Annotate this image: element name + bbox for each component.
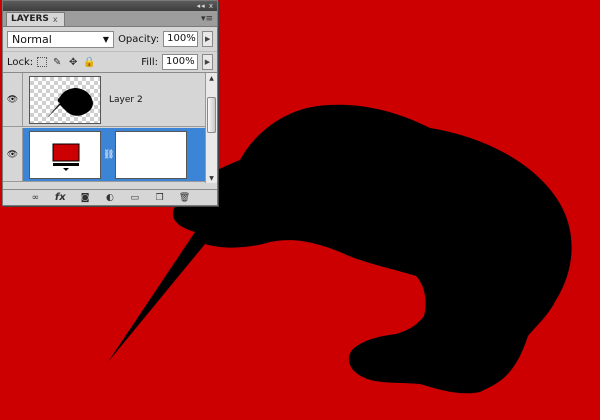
visibility-toggle[interactable]: 👁 <box>3 128 23 181</box>
lock-label: Lock: <box>7 56 34 68</box>
blend-mode-value: Normal <box>12 32 52 46</box>
opacity-input[interactable]: 100% <box>163 31 199 47</box>
lock-all-padlock-icon[interactable]: 🔒 <box>83 56 95 68</box>
new-group-folder-icon[interactable]: ▭ <box>128 193 142 203</box>
scrollbar-thumb[interactable] <box>207 97 216 133</box>
tab-close-icon[interactable]: x <box>53 13 58 26</box>
fill-slider-arrow-icon[interactable]: ▶ <box>202 54 213 70</box>
adjustment-layer-icon[interactable]: ◐ <box>103 193 117 203</box>
fill-input[interactable]: 100% <box>162 54 198 70</box>
visibility-toggle[interactable]: 👁 <box>3 73 23 126</box>
layer-row-fill-layer[interactable]: 👁 ⛓ <box>3 128 206 182</box>
lock-position-move-icon[interactable]: ✥ <box>67 56 79 68</box>
panel-titlebar[interactable]: ◂◂ x <box>3 1 217 11</box>
tab-layers-label: LAYERS <box>11 14 49 24</box>
chain-link-icon[interactable]: ⛓ <box>103 150 114 160</box>
kiwi-thumbnail-icon <box>46 87 93 119</box>
layer-mask-thumbnail[interactable] <box>115 130 187 179</box>
layers-list[interactable]: 👁 Layer 2 👁 ⛓ ▲ ▼ <box>3 73 217 183</box>
chevron-down-icon: ▼ <box>102 34 110 44</box>
layers-scrollbar[interactable]: ▲ ▼ <box>205 73 217 183</box>
fill-label: Fill: <box>141 56 158 68</box>
blend-mode-select[interactable]: Normal ▼ <box>7 30 115 48</box>
lock-image-brush-icon[interactable]: ✎ <box>51 56 63 68</box>
layers-bottom-toolbar: ∞ fx ◙ ◐ ▭ ❐ 🗑 <box>3 189 217 205</box>
link-layers-icon[interactable]: ∞ <box>28 193 42 203</box>
add-mask-icon[interactable]: ◙ <box>78 193 92 203</box>
layer-row-layer-2[interactable]: 👁 Layer 2 <box>3 73 206 127</box>
layer-style-fx-icon[interactable]: fx <box>53 192 67 203</box>
lock-transparency-icon[interactable] <box>37 57 48 67</box>
panel-menu-icon[interactable]: ▾≡ <box>201 12 217 26</box>
scroll-down-arrow-icon[interactable]: ▼ <box>206 173 217 183</box>
layer-thumbnail <box>29 75 101 124</box>
panel-window-controls[interactable]: ◂◂ x <box>197 2 214 10</box>
scroll-up-arrow-icon[interactable]: ▲ <box>206 73 217 83</box>
eye-icon[interactable]: 👁 <box>7 95 18 105</box>
new-layer-icon[interactable]: ❐ <box>153 193 167 203</box>
eye-icon[interactable]: 👁 <box>7 150 18 160</box>
lock-row: Lock: ✎ ✥ 🔒 Fill: 100% ▶ <box>3 51 217 73</box>
fill-group: Fill: 100% ▶ <box>141 54 213 70</box>
layer-name[interactable]: Layer 2 <box>109 95 143 105</box>
tab-layers[interactable]: LAYERS x <box>6 12 65 26</box>
solid-color-fill-icon <box>52 143 80 171</box>
opacity-slider-arrow-icon[interactable]: ▶ <box>202 31 213 47</box>
fill-layer-thumbnail[interactable] <box>29 130 101 179</box>
layers-panel[interactable]: ◂◂ x LAYERS x ▾≡ Normal ▼ Opacity: 100% … <box>2 0 218 206</box>
blend-row: Normal ▼ Opacity: 100% ▶ <box>3 27 217 51</box>
panel-tab-row: LAYERS x ▾≡ <box>3 11 217 27</box>
opacity-label: Opacity: <box>118 33 160 45</box>
delete-layer-trash-icon[interactable]: 🗑 <box>177 193 191 203</box>
